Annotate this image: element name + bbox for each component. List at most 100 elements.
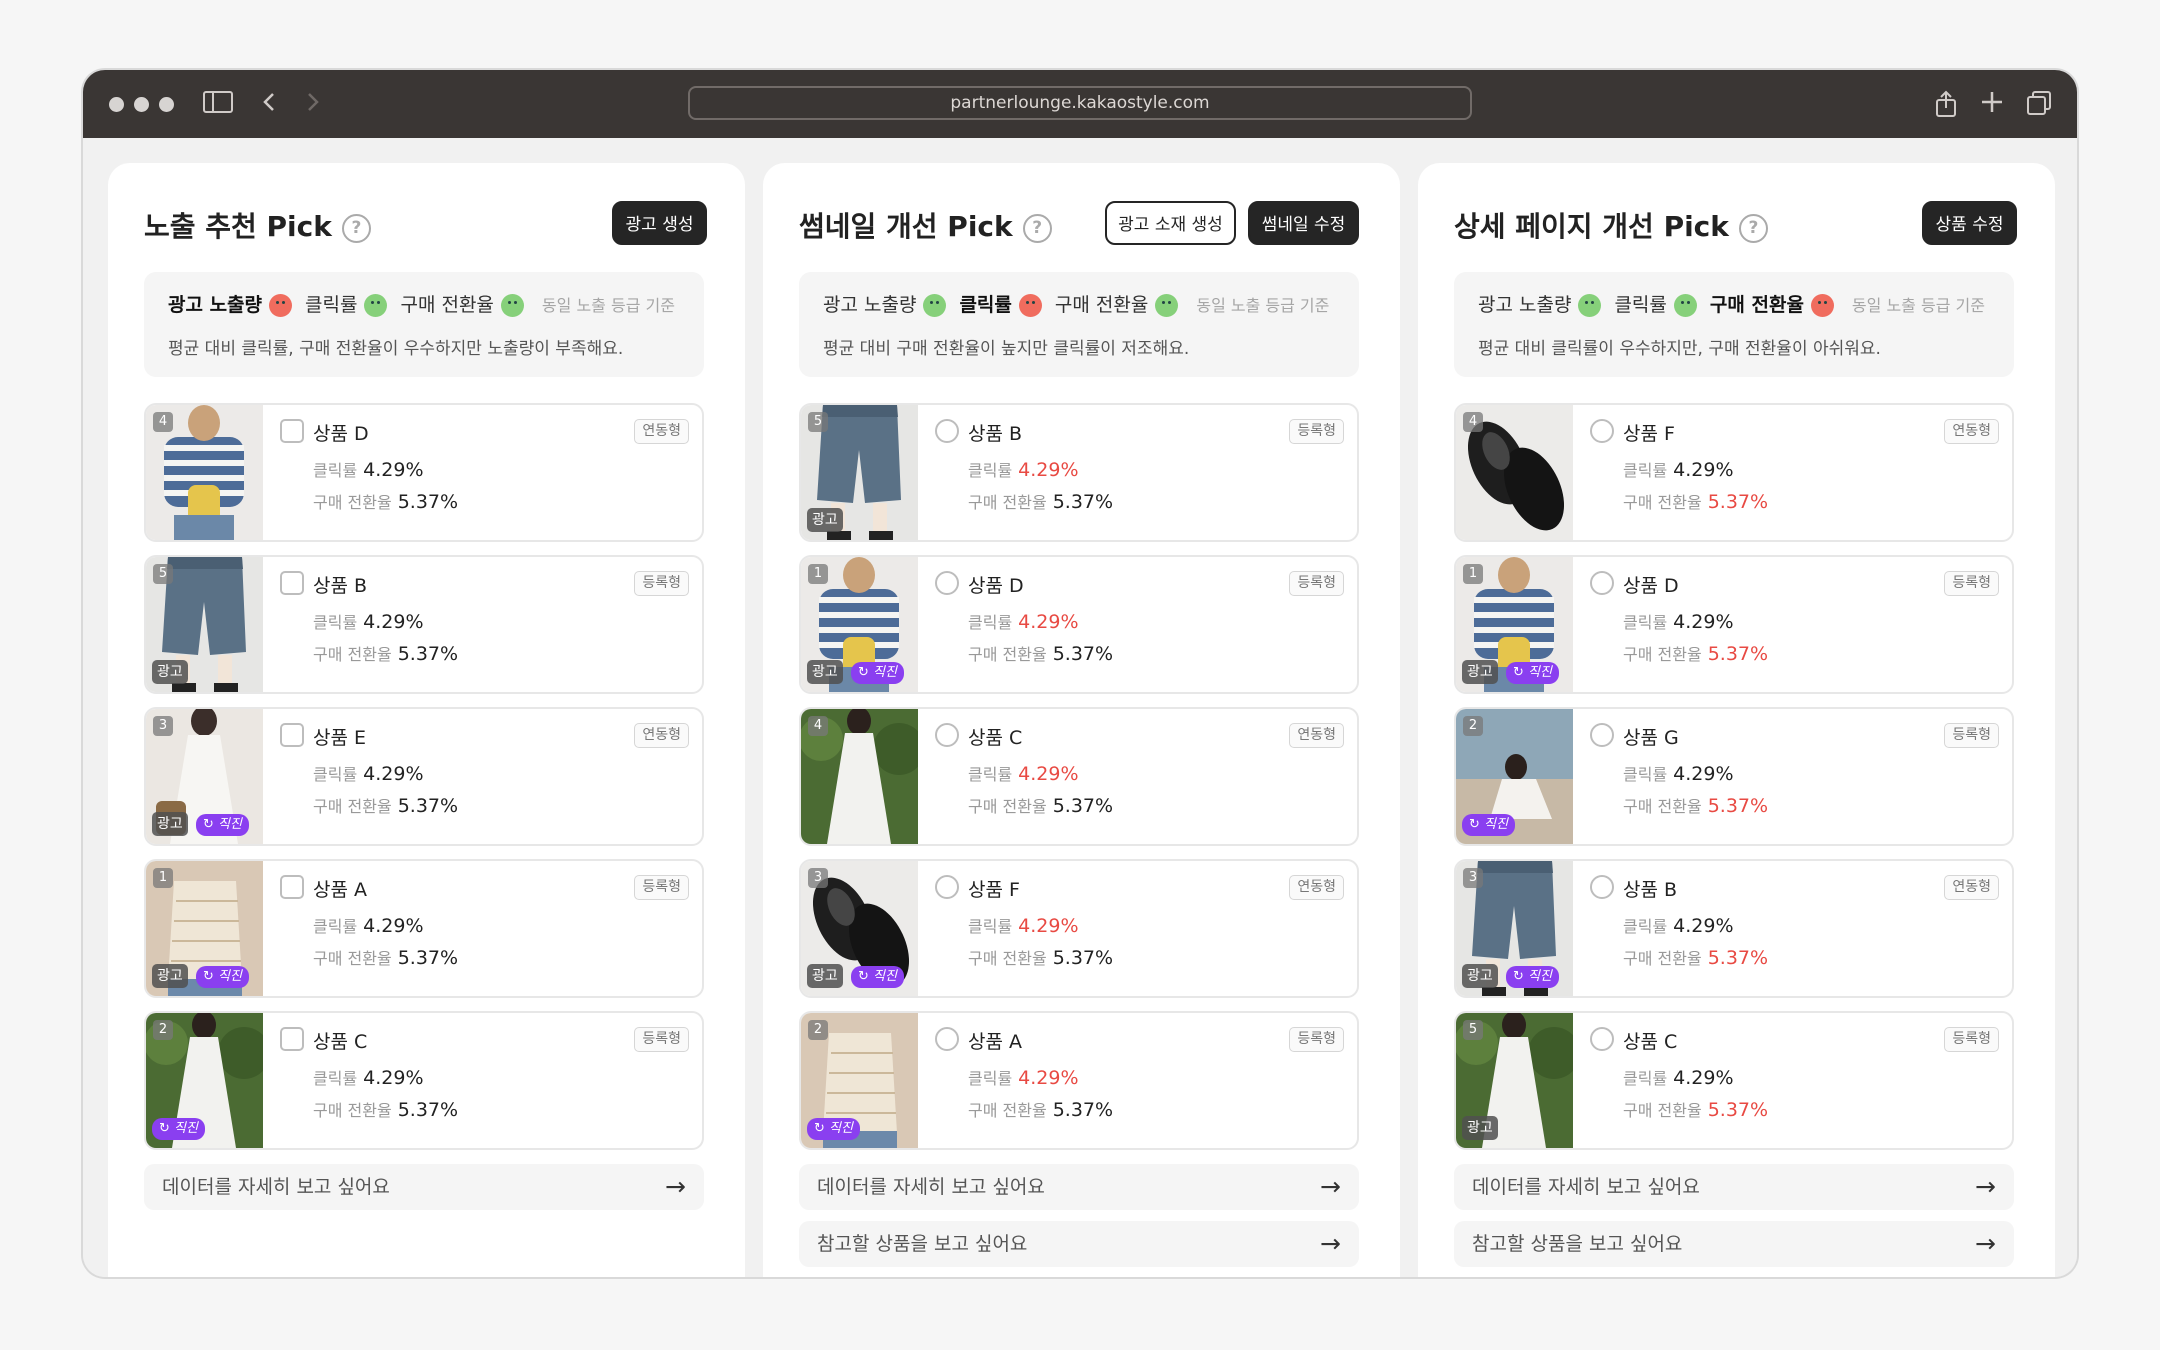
metric-summary: 광고 노출량 클릭률 구매 전환율 동일 노출 등급 기준 평균 대비 클릭률, 구매 … (144, 272, 704, 377)
ad-badge: 광고 (807, 660, 843, 684)
panel-title: 노출 추천 Pick? (144, 205, 371, 245)
panel-action-button[interactable]: 광고 소재 생성 (1105, 201, 1236, 245)
click-rate-value: 4.29% (363, 915, 424, 937)
click-rate-row: 클릭률 4.29% (313, 763, 424, 785)
product-card[interactable]: 4 상품 F 연동형 클릭률 4.29% 구매 전환율 5.37% (1454, 403, 2014, 542)
close-dot[interactable] (109, 97, 124, 112)
forward-icon[interactable] (305, 90, 321, 120)
click-rate-value: 4.29% (363, 1067, 424, 1089)
direct-badge: ↻ 직진 (196, 966, 249, 988)
product-card[interactable]: 4 상품 D 연동형 클릭률 4.29% 구매 전환율 5.37% (144, 403, 704, 542)
product-checkbox[interactable] (280, 723, 304, 747)
metric-label: 클릭률 (1614, 294, 1667, 316)
help-icon[interactable]: ? (341, 213, 371, 243)
new-tab-icon[interactable] (1980, 90, 2004, 120)
direct-badge: ↻ 직진 (196, 814, 249, 836)
panel-action-button[interactable]: 상품 수정 (1922, 201, 2017, 245)
product-radio[interactable] (1590, 723, 1614, 747)
product-card[interactable]: 5 광고 상품 C 등록형 클릭률 4.29% 구매 전환율 5.37% (1454, 1011, 2014, 1150)
product-radio[interactable] (1590, 1027, 1614, 1051)
metric-line: 광고 노출량 클릭률 구매 전환율 동일 노출 등급 기준 (1478, 290, 1990, 317)
product-checkbox[interactable] (280, 1027, 304, 1051)
product-radio[interactable] (935, 419, 959, 443)
minimize-dot[interactable] (134, 97, 149, 112)
panel-action-button[interactable]: 광고 생성 (612, 201, 707, 245)
conversion-row: 구매 전환율 5.37% (313, 795, 459, 817)
rank-badge: 2 (153, 1020, 173, 1040)
click-rate-value: 4.29% (363, 611, 424, 633)
product-card[interactable]: 5 광고 상품 B 등록형 클릭률 4.29% 구매 전환율 5.37% (144, 555, 704, 694)
conversion-value: 5.37% (397, 491, 459, 513)
view-data-link[interactable]: 데이터를 자세히 보고 싶어요 → (144, 1164, 704, 1210)
product-checkbox[interactable] (280, 571, 304, 595)
product-radio[interactable] (1590, 571, 1614, 595)
click-rate-value: 4.29% (1673, 1067, 1734, 1089)
panel-action-button[interactable]: 썸네일 수정 (1248, 201, 1359, 245)
product-type-badge: 등록형 (634, 1027, 689, 1052)
product-name: 상품 F (1623, 423, 1675, 445)
product-card[interactable]: 1 광고 ↻ 직진 상품 D 등록형 클릭률 4.29% 구매 전환율 5.37% (1454, 555, 2014, 694)
sidebar-icon[interactable] (203, 90, 233, 120)
address-bar[interactable]: partnerlounge.kakaostyle.com (688, 86, 1472, 120)
help-icon[interactable]: ? (1022, 213, 1052, 243)
tabs-icon[interactable] (2026, 90, 2052, 122)
product-thumbnail: 4 (1456, 405, 1573, 540)
product-name: 상품 E (313, 727, 367, 749)
product-card[interactable]: 3 광고 ↻ 직진 상품 E 연동형 클릭률 4.29% 구매 전환율 5.37% (144, 707, 704, 846)
view-data-link[interactable]: 데이터를 자세히 보고 싶어요 → (1454, 1164, 2014, 1210)
product-card[interactable]: 3 광고 ↻ 직진 상품 F 연동형 클릭률 4.29% 구매 전환율 5.37% (799, 859, 1359, 998)
product-name: 상품 D (968, 575, 1024, 597)
arrow-right-icon: → (1975, 1229, 1996, 1258)
product-card[interactable]: 1 광고 ↻ 직진 상품 D 등록형 클릭률 4.29% 구매 전환율 5.37% (799, 555, 1359, 694)
metric-label: 구매 전환율 (1709, 294, 1804, 316)
window-controls[interactable] (109, 97, 174, 112)
product-radio[interactable] (935, 571, 959, 595)
product-thumbnail: 2 ↻ 직진 (146, 1013, 263, 1148)
product-type-badge: 등록형 (1289, 1027, 1344, 1052)
product-card[interactable]: 3 광고 ↻ 직진 상품 B 연동형 클릭률 4.29% 구매 전환율 5.37% (1454, 859, 2014, 998)
view-reference-link[interactable]: 참고할 상품을 보고 싶어요 → (799, 1221, 1359, 1267)
metric-summary: 광고 노출량 클릭률 구매 전환율 동일 노출 등급 기준 평균 대비 클릭률이 우수하… (1454, 272, 2014, 377)
product-radio[interactable] (935, 723, 959, 747)
click-rate-value: 4.29% (1673, 763, 1734, 785)
conversion-row: 구매 전환율 5.37% (1623, 795, 1769, 817)
product-card[interactable]: 1 광고 ↻ 직진 상품 A 등록형 클릭률 4.29% 구매 전환율 5.37% (144, 859, 704, 998)
zoom-dot[interactable] (159, 97, 174, 112)
back-icon[interactable] (261, 90, 277, 120)
product-card[interactable]: 2 ↻ 직진 상품 C 등록형 클릭률 4.29% 구매 전환율 5.37% (144, 1011, 704, 1150)
view-reference-link[interactable]: 참고할 상품을 보고 싶어요 → (1454, 1221, 2014, 1267)
share-icon[interactable] (1935, 90, 1957, 124)
product-checkbox[interactable] (280, 419, 304, 443)
product-card[interactable]: 2 ↻ 직진 상품 A 등록형 클릭률 4.29% 구매 전환율 5.37% (799, 1011, 1359, 1150)
conversion-value: 5.37% (1707, 947, 1769, 969)
rank-badge: 4 (1463, 412, 1483, 432)
product-thumbnail: 4 (146, 405, 263, 540)
conversion-value: 5.37% (1707, 1099, 1769, 1121)
product-card[interactable]: 2 ↻ 직진 상품 G 등록형 클릭률 4.29% 구매 전환율 5.37% (1454, 707, 2014, 846)
summary-description: 평균 대비 클릭률, 구매 전환율이 우수하지만 노출량이 부족해요. (168, 339, 624, 359)
click-rate-row: 클릭률 4.29% (1623, 915, 1734, 937)
help-icon[interactable]: ? (1738, 213, 1768, 243)
product-card[interactable]: 5 광고 상품 B 등록형 클릭률 4.29% 구매 전환율 5.37% (799, 403, 1359, 542)
conversion-value: 5.37% (1052, 643, 1114, 665)
product-type-badge: 연동형 (1289, 875, 1344, 900)
conversion-value: 5.37% (1052, 795, 1114, 817)
product-thumbnail: 5 광고 (1456, 1013, 1573, 1148)
product-name: 상품 C (1623, 1031, 1678, 1053)
product-checkbox[interactable] (280, 875, 304, 899)
direct-badge: ↻ 직진 (1506, 966, 1559, 988)
product-radio[interactable] (1590, 875, 1614, 899)
conversion-row: 구매 전환율 5.37% (1623, 947, 1769, 969)
ad-badge: 광고 (1462, 1116, 1498, 1140)
view-data-link[interactable]: 데이터를 자세히 보고 싶어요 → (799, 1164, 1359, 1210)
product-name: 상품 B (313, 575, 368, 597)
product-radio[interactable] (935, 1027, 959, 1051)
ad-badge: 광고 (1462, 964, 1498, 988)
product-radio[interactable] (935, 875, 959, 899)
smile-face-icon (1155, 294, 1179, 317)
metric-basis: 동일 노출 등급 기준 (1851, 296, 1985, 315)
product-radio[interactable] (1590, 419, 1614, 443)
product-card[interactable]: 4 상품 C 연동형 클릭률 4.29% 구매 전환율 5.37% (799, 707, 1359, 846)
product-thumbnail: 3 광고 ↻ 직진 (801, 861, 918, 996)
click-rate-value: 4.29% (1018, 763, 1079, 785)
